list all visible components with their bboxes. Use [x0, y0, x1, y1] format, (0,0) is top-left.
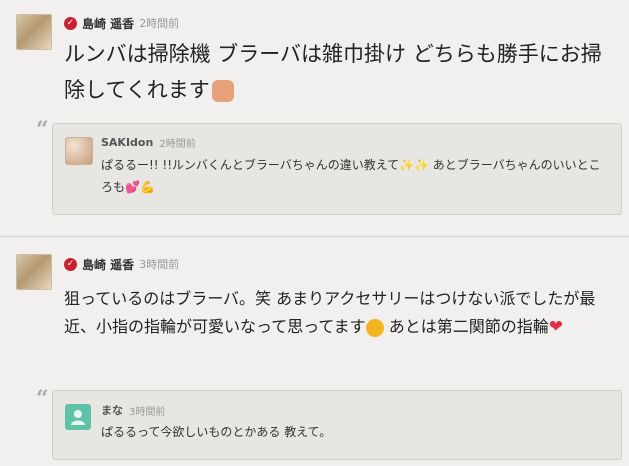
post-text: ルンバは掃除機 ブラーバは雑巾掛け どちらも勝手にお掃除してくれます [64, 36, 614, 108]
reply-author[interactable]: SAKIdon [101, 136, 153, 149]
reply-text: ぱるるー!! !!ルンバくんとブラーバちゃんの違い教えて✨✨ あとブラーバちゃん… [101, 158, 601, 194]
reply-timestamp: 2時間前 [159, 139, 196, 150]
post: ✓ 島崎 遥香 2時間前 ルンバは掃除機 ブラーバは雑巾掛け どちらも勝手にお掃… [0, 0, 629, 234]
author-name[interactable]: 島崎 遥香 [82, 256, 134, 273]
post-meta: ✓ 島崎 遥香 2時間前 [64, 14, 179, 32]
post-meta: ✓ 島崎 遥香 3時間前 [64, 255, 179, 273]
divider [0, 236, 629, 237]
reply-timestamp: 3時間前 [129, 406, 166, 418]
quote-icon: “ [36, 386, 49, 412]
reply-card: SAKIdon 2時間前 ぱるるー!! !!ルンバくんとブラーバちゃんの違い教え… [52, 123, 622, 215]
thumbs-up-icon [211, 80, 234, 102]
timestamp: 3時間前 [139, 258, 180, 271]
avatar[interactable] [16, 254, 52, 290]
post-text-tail: あとは第二関節の指輪 [383, 317, 549, 336]
heart-icon: ❤ [548, 317, 563, 337]
avatar[interactable] [65, 137, 93, 165]
avatar[interactable] [65, 404, 91, 430]
reply-author[interactable]: まな [101, 402, 123, 418]
relieved-face-icon [365, 318, 384, 337]
author-name[interactable]: 島崎 遥香 [82, 15, 134, 32]
reply-meta: SAKIdon 2時間前 [101, 135, 196, 150]
avatar[interactable] [16, 14, 52, 50]
reply-card: まな 3時間前 ぱるるって今欲しいものとかある 教えて。 [52, 390, 622, 460]
verified-check-icon: ✓ [64, 257, 77, 271]
post-text-content: ルンバは掃除機 ブラーバは雑巾掛け どちらも勝手にお掃除してくれます [64, 42, 602, 102]
reply-text: ぱるるって今欲しいものとかある 教えて。 [101, 425, 332, 439]
post-text: 狙っているのはブラーバ。笑 あまりアクセサリーはつけない派でしたが最近、小指の指… [64, 285, 619, 341]
verified-check-icon: ✓ [64, 16, 77, 30]
quote-icon: “ [36, 117, 49, 143]
user-silhouette-icon [71, 410, 85, 425]
timestamp: 2時間前 [139, 17, 180, 30]
reply-meta: まな 3時間前 [101, 402, 165, 418]
